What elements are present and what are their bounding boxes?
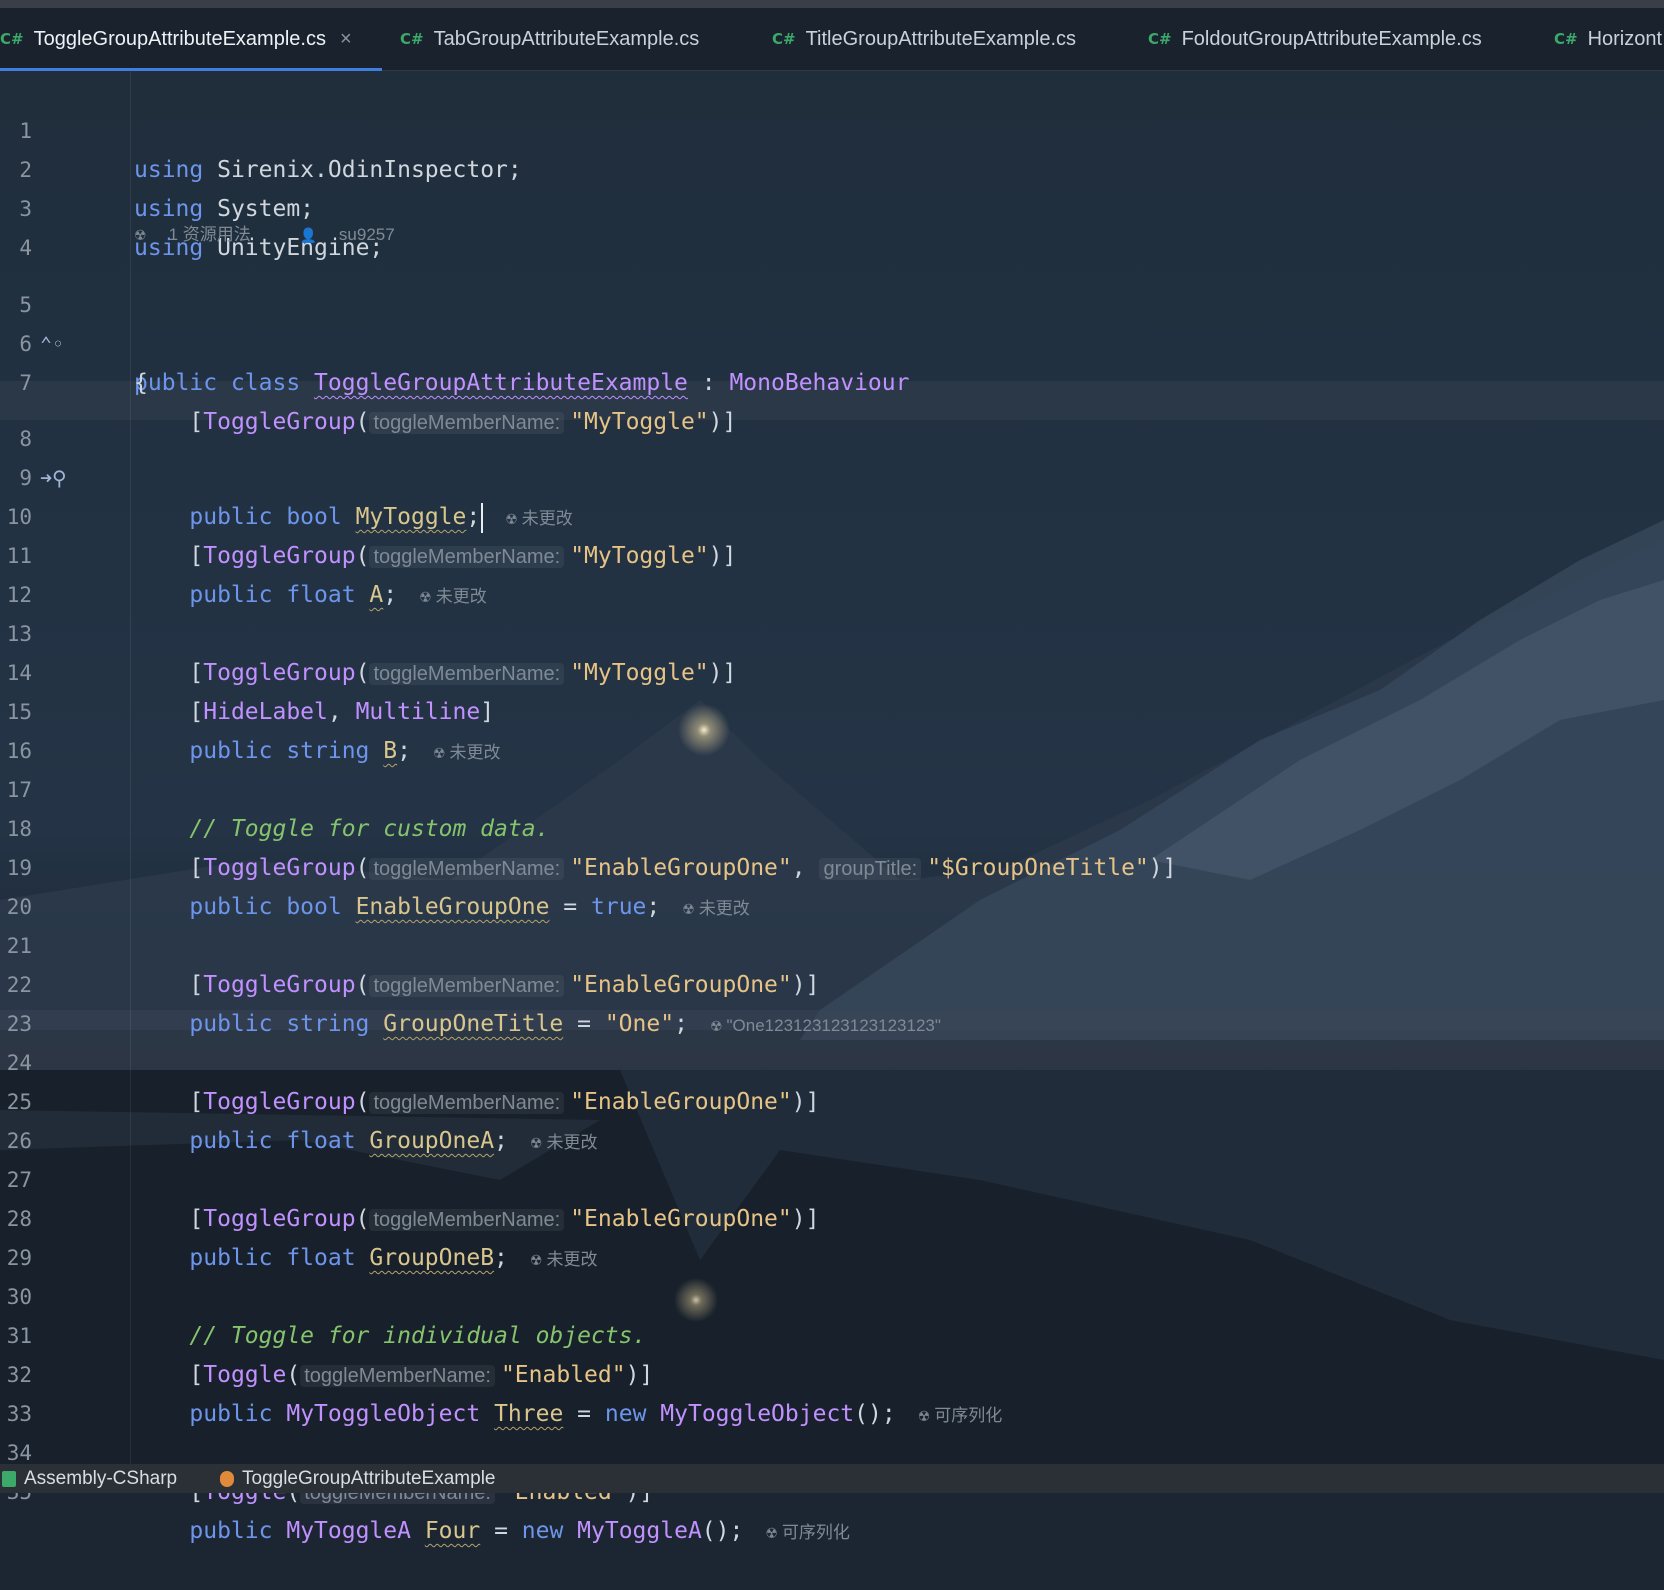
csharp-file-icon: C#: [400, 30, 424, 48]
close-tab-icon[interactable]: ×: [340, 28, 352, 51]
code-line[interactable]: 18 [ToggleGroup(toggleMemberName: "Enable…: [0, 771, 1664, 881]
code-line[interactable]: 21 [ToggleGroup(toggleMemberName: "Enable…: [0, 888, 1664, 998]
code-line[interactable]: 17 // Toggle for custom data.: [0, 732, 1664, 842]
code-line[interactable]: 10 [ToggleGroup(toggleMemberName: "MyTogg…: [0, 459, 1664, 569]
unity-icon: ☢: [765, 1525, 778, 1541]
code-line[interactable]: 1 using Sirenix.OdinInspector;: [0, 73, 1664, 183]
tab-titlegroup[interactable]: C# TitleGroupAttributeExample.cs: [772, 8, 1076, 70]
code-line[interactable]: 26: [0, 1083, 1664, 1153]
code-line[interactable]: 34 [Toggle(toggleMemberName:"Enabled")]: [0, 1395, 1664, 1505]
code-line[interactable]: 29: [0, 1200, 1664, 1270]
code-line[interactable]: 2 using System;: [0, 112, 1664, 222]
tab-foldoutgroup[interactable]: C# FoldoutGroupAttributeExample.cs: [1148, 8, 1482, 70]
code-line[interactable]: 27 [ToggleGroup(toggleMemberName: "Enable…: [0, 1122, 1664, 1232]
usages-link[interactable]: ☢ 1 资源用法: [134, 225, 273, 244]
code-line[interactable]: 3 using UnityEngine;: [0, 151, 1664, 261]
csharp-file-icon: C#: [1554, 30, 1578, 48]
serializable-lens: ☢ 可序列化: [765, 1523, 850, 1542]
code-line[interactable]: 30 // Toggle for individual objects.: [0, 1239, 1664, 1349]
code-line[interactable]: 7 [ToggleGroup(toggleMemberName: "MyToggl…: [0, 325, 1664, 435]
breadcrumb-project[interactable]: Assembly-CSharp: [2, 1464, 177, 1493]
code-line[interactable]: 9: [0, 420, 1664, 490]
code-line[interactable]: 15 public string B; ☢ 未更改: [0, 654, 1664, 764]
code-line[interactable]: 5 ⌃◦ public class ToggleGroupAttributeEx…: [0, 247, 1664, 396]
code-line-current[interactable]: 8 ➜⚲ public bool MyToggle; ☢ 未更改: [0, 381, 1664, 533]
window-top-strip: [0, 0, 1664, 8]
user-icon: 👤: [299, 227, 317, 243]
code-line[interactable]: 32 public MyToggleObject Three = new MyT…: [0, 1317, 1664, 1427]
tab-label: Horizont: [1587, 27, 1663, 50]
code-line[interactable]: 28 public float GroupOneB; ☢ 未更改: [0, 1161, 1664, 1271]
code-line[interactable]: 33: [0, 1356, 1664, 1426]
code-line[interactable]: 6 {: [0, 286, 1664, 396]
breadcrumb-class[interactable]: ToggleGroupAttributeExample: [220, 1464, 495, 1493]
tab-label: TitleGroupAttributeExample.cs: [805, 27, 1077, 50]
tab-label: TabGroupAttributeExample.cs: [433, 27, 700, 50]
tab-tabgroup[interactable]: C# TabGroupAttributeExample.cs: [400, 8, 699, 70]
code-line[interactable]: 22 public string GroupOneTitle = "One"; ☢…: [0, 927, 1664, 1037]
tab-togglegroup[interactable]: C# ToggleGroupAttributeExample.cs ×: [0, 8, 382, 71]
code-line[interactable]: 23: [0, 966, 1664, 1036]
code-line[interactable]: 20: [0, 849, 1664, 919]
tab-horizontal[interactable]: C# Horizont: [1554, 8, 1662, 70]
editor-tab-bar: C# ToggleGroupAttributeExample.cs × C# T…: [0, 8, 1664, 71]
code-line[interactable]: 14 [HideLabel, Multiline]: [0, 615, 1664, 725]
code-line[interactable]: 19 public bool EnableGroupOne = true; ☢ 未更…: [0, 810, 1664, 920]
code-line[interactable]: 12: [0, 537, 1664, 607]
code-line[interactable]: 24 [ToggleGroup(toggleMemberName: "Enable…: [0, 1005, 1664, 1115]
author-link[interactable]: 👤 su9257: [299, 225, 416, 244]
csharp-file-icon: C#: [772, 30, 796, 48]
code-line[interactable]: 16: [0, 693, 1664, 763]
breadcrumb-bar: Assembly-CSharp ToggleGroupAttributeExam…: [0, 1464, 1664, 1493]
assembly-icon: [2, 1470, 16, 1487]
code-editor[interactable]: 1 using Sirenix.OdinInspector; 2 using S…: [0, 71, 1664, 1544]
tab-label: FoldoutGroupAttributeExample.cs: [1181, 27, 1482, 50]
code-line[interactable]: 11 public float A; ☢ 未更改: [0, 498, 1664, 608]
asset-usage-icon: ☢: [134, 227, 147, 243]
active-tab-indicator: [0, 68, 382, 71]
tab-label: ToggleGroupAttributeExample.cs: [33, 27, 326, 50]
csharp-file-icon: C#: [1148, 30, 1172, 48]
code-line[interactable]: 13 [ToggleGroup(toggleMemberName: "MyTogg…: [0, 576, 1664, 686]
csharp-file-icon: C#: [0, 30, 24, 48]
usages-code-lens[interactable]: ☢ 1 资源用法 👤 su9257: [134, 220, 439, 250]
code-line[interactable]: 25 public float GroupOneA; ☢ 未更改: [0, 1044, 1664, 1154]
class-icon: [220, 1470, 234, 1487]
code-line[interactable]: 31 [Toggle(toggleMemberName: "Enabled")]: [0, 1278, 1664, 1388]
